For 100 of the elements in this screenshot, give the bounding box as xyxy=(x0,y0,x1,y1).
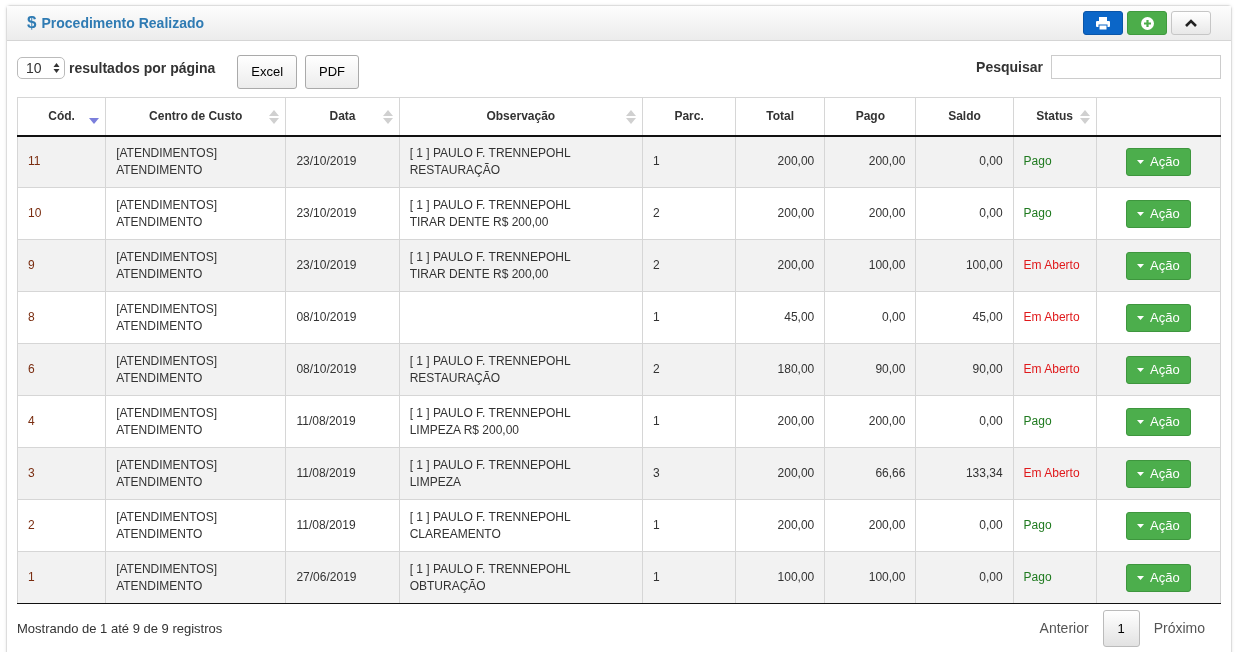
sort-icon[interactable] xyxy=(269,110,280,124)
code-cell: 2 xyxy=(28,518,35,532)
collapse-button[interactable] xyxy=(1171,11,1211,35)
balance-cell: 0,00 xyxy=(979,206,1003,220)
installments-cell: 1 xyxy=(653,414,660,428)
dollar-icon: $ xyxy=(27,10,37,36)
search-field[interactable] xyxy=(1051,55,1221,79)
balance-cell: 133,34 xyxy=(965,466,1003,480)
observation-cell: [ 1 ] PAULO F. TRENNEPOHL RESTAURAÇÃO xyxy=(409,353,571,385)
total-cell: 200,00 xyxy=(777,258,815,272)
printer-icon xyxy=(1096,16,1110,30)
chevron-up-icon xyxy=(1185,19,1197,27)
page-size-select[interactable]: 10 xyxy=(17,57,65,79)
paid-cell: 66,66 xyxy=(875,466,906,480)
date-cell: 23/10/2019 xyxy=(296,258,357,272)
column-header: Pago xyxy=(855,109,886,124)
code-cell: 11 xyxy=(28,154,41,169)
status-cell: Pago xyxy=(1023,206,1052,220)
total-cell: 200,00 xyxy=(777,414,815,428)
caret-icon xyxy=(1137,315,1145,320)
column-header[interactable]: Status xyxy=(1036,109,1073,124)
status-cell: Em Aberto xyxy=(1023,362,1080,376)
code-cell: 10 xyxy=(28,206,42,220)
date-cell: 11/08/2019 xyxy=(296,414,356,428)
status-cell: Em Aberto xyxy=(1023,258,1080,272)
column-header[interactable]: Data xyxy=(329,109,356,124)
panel-title: Procedimento Realizado xyxy=(41,13,205,33)
spinner-arrows-icon xyxy=(53,62,60,74)
paid-cell: 200,00 xyxy=(868,518,906,532)
installments-cell: 2 xyxy=(653,206,660,220)
code-cell: 6 xyxy=(28,362,35,376)
total-cell: 200,00 xyxy=(777,518,815,532)
paid-cell: 0,00 xyxy=(882,310,906,324)
total-cell: 200,00 xyxy=(777,154,815,169)
date-cell: 08/10/2019 xyxy=(296,362,357,376)
total-cell: 200,00 xyxy=(777,466,815,480)
page-button[interactable]: 1 xyxy=(1102,610,1140,647)
installments-cell: 1 xyxy=(653,310,660,324)
sort-icon[interactable] xyxy=(626,110,636,124)
caret-icon xyxy=(1137,159,1145,164)
sort-icon[interactable] xyxy=(382,110,393,124)
page-size-label: resultados por página xyxy=(69,59,216,78)
column-header: Total xyxy=(766,109,795,124)
column-header[interactable]: Observação xyxy=(486,109,556,124)
search-label: Pesquisar xyxy=(976,57,1043,77)
installments-cell: 1 xyxy=(653,570,660,584)
caret-icon xyxy=(1137,367,1145,372)
records-info: Mostrando de 1 até 9 de 9 registros xyxy=(17,619,223,638)
balance-cell: 90,00 xyxy=(972,362,1003,376)
export-button[interactable]: PDF xyxy=(305,55,360,89)
observation-cell: [ 1 ] PAULO F. TRENNEPOHL TIRAR DENTE R$ 200,00 xyxy=(409,249,571,281)
cost-center-cell: [ATENDIMENTOS] ATENDIMENTO xyxy=(116,405,218,437)
installments-cell: 2 xyxy=(653,258,660,272)
balance-cell: 0,00 xyxy=(979,570,1003,584)
caret-icon xyxy=(1137,575,1145,580)
date-cell: 08/10/2019 xyxy=(296,310,357,324)
previous-link[interactable]: Anterior xyxy=(1025,618,1103,639)
column-header[interactable]: Centro de Custo xyxy=(149,109,243,124)
add-button[interactable] xyxy=(1127,11,1167,35)
paid-cell: 100,00 xyxy=(868,258,906,272)
plus-circle-icon xyxy=(1140,16,1154,30)
status-cell: Pago xyxy=(1023,414,1052,428)
total-cell: 45,00 xyxy=(784,310,815,324)
caret-icon xyxy=(1137,211,1145,216)
caret-icon xyxy=(1137,263,1145,268)
observation-cell: [ 1 ] PAULO F. TRENNEPOHL LIMPEZA R$ 200,00 xyxy=(409,405,571,437)
status-cell: Em Aberto xyxy=(1023,310,1080,324)
cost-center-cell: [ATENDIMENTOS] ATENDIMENTO xyxy=(116,457,218,489)
next-link[interactable]: Próximo xyxy=(1139,618,1219,639)
cost-center-cell: [ATENDIMENTOS] ATENDIMENTO xyxy=(116,301,218,333)
observation-cell: [ 1 ] PAULO F. TRENNEPOHL RESTAURAÇÃO xyxy=(409,145,571,177)
status-cell: Pago xyxy=(1023,518,1052,532)
cost-center-cell: [ATENDIMENTOS] ATENDIMENTO xyxy=(116,561,218,593)
date-cell: 11/08/2019 xyxy=(296,518,356,532)
balance-cell: 0,00 xyxy=(979,414,1003,428)
installments-cell: 1 xyxy=(653,154,660,169)
code-cell: 4 xyxy=(28,414,35,428)
date-cell: 23/10/2019 xyxy=(296,154,357,169)
cost-center-cell: [ATENDIMENTOS] ATENDIMENTO xyxy=(116,509,218,541)
export-button[interactable]: Excel xyxy=(237,55,298,89)
code-cell: 8 xyxy=(28,310,35,324)
date-cell: 23/10/2019 xyxy=(296,206,357,220)
paid-cell: 200,00 xyxy=(868,206,906,220)
paid-cell: 100,00 xyxy=(868,570,906,584)
cost-center-cell: [ATENDIMENTOS] ATENDIMENTO xyxy=(116,249,218,281)
print-button[interactable] xyxy=(1083,11,1123,35)
observation-cell: [ 1 ] PAULO F. TRENNEPOHL TIRAR DENTE R$ 200,00 xyxy=(409,197,571,229)
total-cell: 100,00 xyxy=(777,570,815,584)
sort-icon[interactable] xyxy=(1079,110,1090,124)
date-cell: 27/06/2019 xyxy=(296,570,357,584)
balance-cell: 0,00 xyxy=(979,154,1003,169)
installments-cell: 3 xyxy=(653,466,660,480)
column-header[interactable]: Cód. xyxy=(48,109,75,124)
observation-cell: [ 1 ] PAULO F. TRENNEPOHL CLAREAMENTO xyxy=(409,509,571,541)
observation-cell: [ 1 ] PAULO F. TRENNEPOHL LIMPEZA xyxy=(409,457,571,489)
status-cell: Em Aberto xyxy=(1023,466,1080,480)
column-header: Parc. xyxy=(674,109,704,124)
paid-cell: 90,00 xyxy=(875,362,906,376)
code-cell: 3 xyxy=(28,466,35,480)
date-cell: 11/08/2019 xyxy=(296,466,356,480)
